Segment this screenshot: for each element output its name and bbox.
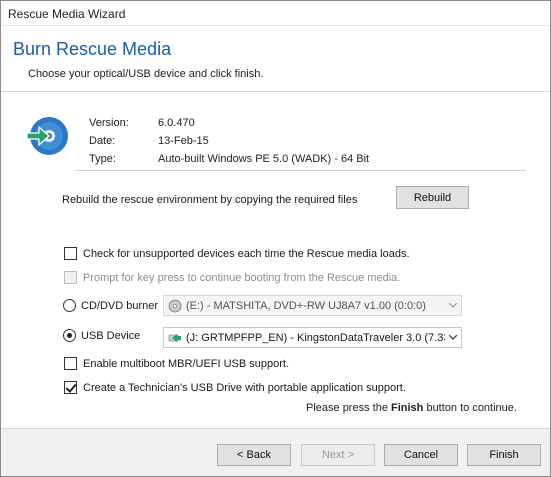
usb-drive-icon — [168, 333, 181, 342]
page-subtitle: Choose your optical/USB device and click… — [28, 68, 264, 80]
prompt-keypress-option: Prompt for key press to continue booting… — [64, 271, 400, 284]
next-button: Next > — [301, 444, 375, 466]
date-label: Date: — [89, 135, 116, 147]
page-title: Burn Rescue Media — [13, 39, 172, 59]
prompt-keypress-checkbox — [64, 271, 77, 284]
type-value: Auto-built Windows PE 5.0 (WADK) - 64 Bi… — [158, 153, 370, 165]
header-panel: Burn Rescue Media Choose your optical/US… — [1, 26, 550, 92]
finish-note-after: button to continue. — [423, 402, 517, 414]
cancel-button[interactable]: Cancel — [384, 444, 458, 466]
technician-checkbox[interactable] — [64, 381, 77, 394]
usb-label: USB Device — [81, 329, 141, 342]
finish-button[interactable]: Finish — [467, 444, 541, 466]
usb-radio[interactable] — [63, 329, 76, 342]
prompt-keypress-label: Prompt for key press to continue booting… — [83, 271, 401, 284]
usb-select[interactable]: (J: GRTMPFPP_EN) - KingstonDataTraveler … — [163, 327, 462, 348]
check-unsupported-checkbox[interactable] — [64, 247, 77, 260]
multiboot-checkbox[interactable] — [64, 357, 77, 370]
check-unsupported-label: Check for unsupported devices each time … — [83, 247, 410, 260]
title-bar: Rescue Media Wizard — [1, 1, 550, 26]
finish-note-before: Please press the — [306, 402, 391, 414]
type-label: Type: — [89, 153, 116, 165]
cd-dvd-label: CD/DVD burner — [81, 299, 159, 312]
chevron-down-icon — [445, 296, 461, 315]
version-value: 6.0.470 — [158, 117, 195, 129]
usb-radio-option[interactable]: USB Device — [63, 329, 140, 342]
usb-select-value: (J: GRTMPFPP_EN) - KingstonDataTraveler … — [186, 331, 445, 344]
wizard-window: Rescue Media Wizard Burn Rescue Media Ch… — [0, 0, 551, 477]
optical-drive-icon — [168, 299, 182, 312]
finish-instruction: Please press the Finish button to contin… — [306, 402, 517, 414]
technician-option[interactable]: Create a Technician's USB Drive with por… — [64, 381, 406, 394]
chevron-down-icon — [445, 328, 461, 347]
check-unsupported-option[interactable]: Check for unsupported devices each time … — [64, 247, 410, 260]
date-value: 13-Feb-15 — [158, 135, 209, 147]
main-panel — [1, 93, 550, 428]
multiboot-label: Enable multiboot MBR/UEFI USB support. — [83, 357, 290, 370]
divider — [76, 170, 526, 171]
version-label: Version: — [89, 117, 129, 129]
cd-dvd-radio-option[interactable]: CD/DVD burner — [63, 299, 158, 312]
window-title: Rescue Media Wizard — [8, 7, 126, 21]
technician-label: Create a Technician's USB Drive with por… — [83, 381, 406, 394]
cd-dvd-select[interactable]: (E:) - MATSHITA, DVD+-RW UJ8A7 v1.00 (0:… — [163, 295, 462, 316]
finish-note-emphasis: Finish — [391, 402, 424, 414]
rebuild-description: Rebuild the rescue environment by copyin… — [62, 194, 358, 206]
cd-dvd-radio[interactable] — [63, 299, 76, 312]
multiboot-option[interactable]: Enable multiboot MBR/UEFI USB support. — [64, 357, 289, 370]
back-button[interactable]: < Back — [217, 444, 291, 466]
rebuild-button[interactable]: Rebuild — [396, 186, 469, 209]
rescue-disc-icon — [26, 117, 68, 155]
cd-dvd-select-value: (E:) - MATSHITA, DVD+-RW UJ8A7 v1.00 (0:… — [186, 299, 426, 312]
